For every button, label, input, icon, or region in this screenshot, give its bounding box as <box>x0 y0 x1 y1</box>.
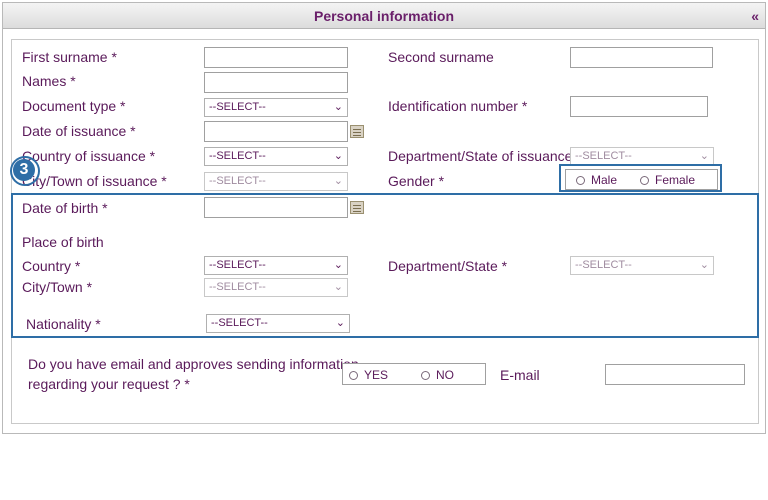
names-input[interactable] <box>204 72 348 93</box>
city-town-of-issuance-label: City/Town of issuance * <box>22 173 167 189</box>
email-no-option[interactable]: NO <box>421 368 454 382</box>
radio-icon <box>349 371 358 380</box>
chevron-down-icon: ⌄ <box>699 259 709 271</box>
department-state-of-issuance-value: --SELECT-- <box>575 150 632 162</box>
document-type-select[interactable]: --SELECT-- ⌄ <box>204 98 348 117</box>
chevron-down-icon: ⌄ <box>333 175 343 187</box>
identification-number-input[interactable] <box>570 96 708 117</box>
radio-icon <box>576 176 585 185</box>
gender-female-option[interactable]: Female <box>640 173 695 187</box>
country-of-issuance-value: --SELECT-- <box>209 150 266 162</box>
email-question-line-1: Do you have email and approves sending i… <box>28 356 359 372</box>
identification-number-label: Identification number * <box>388 98 528 114</box>
email-yes-option[interactable]: YES <box>349 368 388 382</box>
email-yes-label: YES <box>364 368 389 382</box>
country-select[interactable]: --SELECT-- ⌄ <box>204 256 348 275</box>
nationality-label: Nationality * <box>26 316 101 332</box>
department-state-select[interactable]: --SELECT-- ⌄ <box>570 256 714 275</box>
country-label: Country * <box>22 258 81 274</box>
email-consent-radio-group: YES NO <box>342 363 486 385</box>
department-state-label: Department/State * <box>388 258 508 274</box>
calendar-icon[interactable] <box>350 201 364 214</box>
nationality-select[interactable]: --SELECT-- ⌄ <box>206 314 350 333</box>
calendar-icon[interactable] <box>350 125 364 138</box>
nationality-value: --SELECT-- <box>211 317 268 329</box>
chevron-down-icon: ⌄ <box>333 281 343 293</box>
city-town-of-issuance-select[interactable]: --SELECT-- ⌄ <box>204 172 348 191</box>
country-of-issuance-label: Country of issuance * <box>22 148 156 164</box>
callout-number-badge: 3 <box>10 156 40 186</box>
place-of-birth-label: Place of birth <box>22 234 104 250</box>
document-type-value: --SELECT-- <box>209 101 266 113</box>
date-of-issuance-input[interactable] <box>204 121 348 142</box>
collapse-icon[interactable]: « <box>751 3 759 29</box>
chevron-down-icon: ⌄ <box>333 150 343 162</box>
second-surname-label: Second surname <box>388 49 494 65</box>
country-of-issuance-select[interactable]: --SELECT-- ⌄ <box>204 147 348 166</box>
document-type-label: Document type * <box>22 98 126 114</box>
names-label: Names * <box>22 73 76 89</box>
department-state-of-issuance-label: Department/State of issuance * <box>388 148 582 164</box>
chevron-down-icon: ⌄ <box>333 259 343 271</box>
city-town-value: --SELECT-- <box>209 281 266 293</box>
city-town-label: City/Town * <box>22 279 93 295</box>
second-surname-input[interactable] <box>570 47 713 68</box>
panel-title: Personal information <box>313 8 455 24</box>
country-value: --SELECT-- <box>209 259 266 271</box>
first-surname-label: First surname * <box>22 49 117 65</box>
email-label: E-mail <box>500 367 540 383</box>
chevron-down-icon: ⌄ <box>333 101 343 113</box>
date-of-birth-input[interactable] <box>204 197 348 218</box>
first-surname-input[interactable] <box>204 47 348 68</box>
radio-icon <box>421 371 430 380</box>
radio-icon <box>640 176 649 185</box>
city-town-of-issuance-value: --SELECT-- <box>209 175 266 187</box>
date-of-issuance-label: Date of issuance * <box>22 123 136 139</box>
chevron-down-icon: ⌄ <box>335 317 345 329</box>
gender-male-option[interactable]: Male <box>576 173 617 187</box>
department-state-value: --SELECT-- <box>575 259 632 271</box>
gender-radio-group: Male Female <box>565 169 718 190</box>
email-input[interactable] <box>605 364 745 385</box>
panel-header: Personal information <box>3 3 765 29</box>
gender-male-label: Male <box>591 173 618 187</box>
email-no-label: NO <box>436 368 454 382</box>
city-town-select[interactable]: --SELECT-- ⌄ <box>204 278 348 297</box>
gender-female-label: Female <box>655 173 696 187</box>
email-question-line-2: regarding your request ? * <box>28 376 190 392</box>
chevron-down-icon: ⌄ <box>699 150 709 162</box>
gender-label: Gender * <box>388 173 445 189</box>
date-of-birth-label: Date of birth * <box>22 200 108 216</box>
